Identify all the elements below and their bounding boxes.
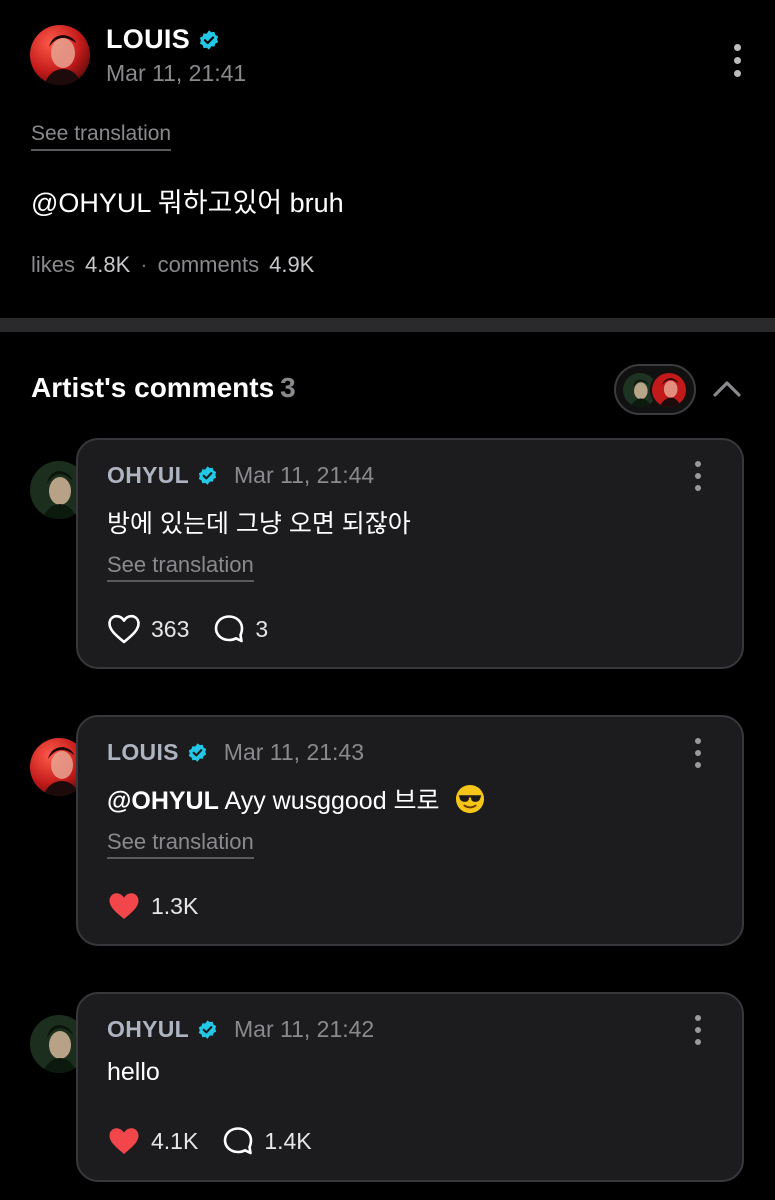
- artist-comments-title: Artist's comments 3: [31, 372, 296, 404]
- comment-text: 방에 있는데 그냥 오면 되잖아: [107, 510, 411, 538]
- verified-icon: [197, 465, 218, 486]
- comment-author-name[interactable]: LOUIS: [107, 739, 179, 766]
- post-timestamp: Mar 11, 21:41: [106, 60, 247, 86]
- comment-see-translation-link[interactable]: See translation: [107, 552, 254, 582]
- likes-label: likes: [31, 252, 76, 277]
- comment-actions: 1.3K: [107, 891, 222, 921]
- like-button[interactable]: 1.3K: [107, 891, 198, 921]
- comment-card: LOUIS Mar 11, 21:43 @OHYUL Ayy wusggood …: [76, 715, 744, 946]
- post-see-translation-link[interactable]: See translation: [31, 122, 172, 151]
- like-count: 4.1K: [151, 1127, 199, 1154]
- comments-count[interactable]: 4.9K: [269, 252, 314, 278]
- comment-text: @OHYUL Ayy wusggood 브로: [107, 781, 485, 817]
- louis-avatar[interactable]: [30, 25, 90, 85]
- post-author-row: LOUIS: [106, 24, 220, 55]
- post-stats: likes 4.8K · comments 4.9K: [31, 252, 314, 278]
- heart-outline-icon: [108, 614, 140, 644]
- post-more-options-icon[interactable]: [727, 40, 747, 80]
- reply-button[interactable]: 1.4K: [222, 1126, 312, 1156]
- reply-count: 1.4K: [264, 1127, 312, 1154]
- comment-author-name[interactable]: OHYUL: [107, 462, 189, 489]
- comment-actions: 4.1K 1.4K: [107, 1126, 336, 1156]
- comment-see-translation-link[interactable]: See translation: [107, 829, 254, 859]
- like-button[interactable]: 363: [107, 614, 189, 644]
- comment-header: OHYUL Mar 11, 21:42: [107, 1016, 374, 1043]
- mention-link[interactable]: @OHYUL: [107, 787, 219, 815]
- comment-body: Ayy wusggood 브로: [224, 787, 440, 815]
- artist-comments-title-text: Artist's comments: [31, 372, 275, 403]
- verified-icon: [197, 1019, 218, 1040]
- chevron-up-icon[interactable]: [710, 374, 744, 404]
- comment-card: OHYUL Mar 11, 21:42 hello 4.1K 1.4K: [76, 992, 744, 1182]
- comment-more-options-icon[interactable]: [688, 456, 708, 496]
- louis-mini-avatar: [650, 370, 688, 409]
- like-button[interactable]: 4.1K: [107, 1126, 198, 1156]
- comment-header: OHYUL Mar 11, 21:44: [107, 462, 374, 489]
- like-count: 1.3K: [151, 892, 199, 919]
- comment-more-options-icon[interactable]: [688, 1010, 708, 1050]
- post-author-name[interactable]: LOUIS: [106, 24, 190, 55]
- speech-bubble-icon: [215, 615, 244, 643]
- heart-filled-icon: [109, 1128, 139, 1154]
- stats-separator: ·: [140, 252, 148, 277]
- verified-icon: [187, 742, 208, 763]
- comment-timestamp: Mar 11, 21:43: [223, 739, 364, 765]
- comment-timestamp: Mar 11, 21:42: [234, 1016, 375, 1042]
- comment-author-name[interactable]: OHYUL: [107, 1016, 189, 1043]
- artist-avatars-pill[interactable]: [614, 364, 696, 415]
- comment-more-options-icon[interactable]: [688, 733, 708, 773]
- verified-icon: [198, 29, 220, 51]
- like-count: 363: [151, 615, 190, 642]
- comment-actions: 363 3: [107, 614, 292, 644]
- heart-filled-icon: [109, 893, 139, 919]
- comment-text: hello: [107, 1058, 160, 1086]
- post-body-text: @OHYUL 뭐하고있어 bruh: [31, 188, 344, 218]
- comments-label: comments: [157, 252, 260, 277]
- artist-comments-count: 3: [280, 372, 296, 403]
- comment-header: LOUIS Mar 11, 21:43: [107, 739, 364, 766]
- reply-count: 3: [255, 615, 269, 642]
- reply-button[interactable]: 3: [213, 614, 268, 644]
- section-divider: [0, 318, 775, 332]
- comment-timestamp: Mar 11, 21:44: [234, 462, 375, 488]
- speech-bubble-icon: [224, 1127, 253, 1155]
- likes-count[interactable]: 4.8K: [85, 252, 130, 278]
- comment-card: OHYUL Mar 11, 21:44 방에 있는데 그냥 오면 되잖아 See…: [76, 438, 744, 669]
- sunglasses-emoji-icon: [455, 784, 485, 814]
- post-header: LOUIS Mar 11, 21:41 See translation @OHY…: [0, 0, 775, 318]
